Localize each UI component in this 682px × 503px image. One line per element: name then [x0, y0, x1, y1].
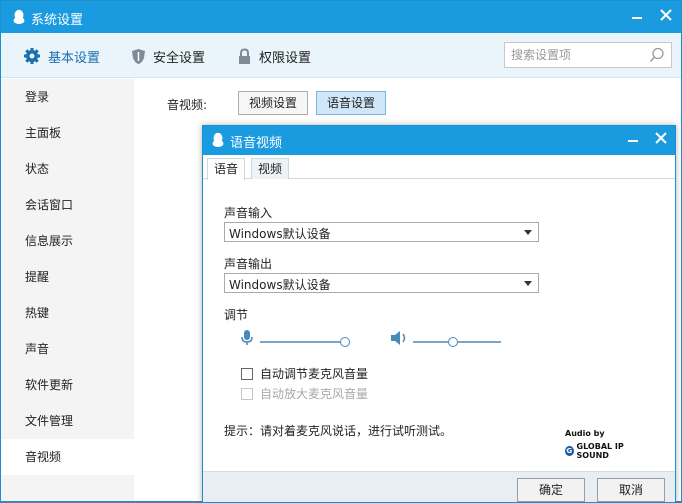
sidebar-item-software-update[interactable]: 软件更新 [1, 367, 134, 403]
sidebar-item-status[interactable]: 状态 [1, 151, 134, 187]
sidebar-item-login[interactable]: 登录 [1, 79, 134, 115]
gips-logo-icon: G [565, 446, 574, 456]
hint-text: 提示：请对着麦克风说话，进行试听测试。 [224, 424, 453, 438]
auto-amplify-mic-label: 自动放大麦克风音量 [260, 387, 369, 401]
audio-input-select[interactable]: Windows默认设备 [224, 222, 539, 242]
shield-icon [132, 48, 145, 64]
minimize-icon [628, 140, 638, 142]
sidebar-item-chat-window[interactable]: 会话窗口 [1, 187, 134, 223]
speaker-icon [391, 331, 406, 345]
auto-amplify-mic-checkbox: 自动放大麦克风音量 [241, 385, 368, 402]
audio-input-value: Windows默认设备 [229, 227, 331, 241]
microphone-volume-handle[interactable] [340, 337, 350, 347]
gear-icon [24, 48, 40, 64]
tab-permission-settings-label: 权限设置 [259, 50, 312, 66]
tab-security-settings[interactable]: 安全设置 [131, 45, 205, 67]
chevron-down-icon [524, 230, 532, 235]
auto-adjust-mic-label: 自动调节麦克风音量 [260, 367, 369, 381]
adjust-label: 调节 [224, 308, 249, 322]
audio-settings-button[interactable]: 语音设置 [316, 91, 387, 115]
sidebar-item-main-panel[interactable]: 主面板 [1, 115, 134, 151]
checkbox-box [241, 387, 253, 400]
sidebar-item-audio-video[interactable]: 音视频 [1, 439, 134, 475]
chevron-down-icon [524, 281, 532, 286]
dialog-body: 声音输入 Windows默认设备 声音输出 Windows默认设备 调节 自动调… [203, 180, 675, 471]
speaker-volume-slider[interactable] [413, 337, 501, 347]
lock-icon [239, 47, 250, 64]
dialog-close-button[interactable] [651, 130, 671, 150]
sidebar-item-file-management[interactable]: 文件管理 [1, 403, 134, 439]
minimize-icon [632, 17, 642, 19]
audio-input-label: 声音输入 [224, 206, 273, 220]
dialog-footer: 确定 取消 [203, 471, 675, 502]
dialog-tabs: 语音 视频 [203, 155, 675, 180]
sidebar-item-info-display[interactable]: 信息展示 [1, 223, 134, 259]
global-ip-sound-logo: Audio by G GLOBAL IP SOUND [565, 429, 647, 460]
search-icon[interactable] [649, 47, 665, 63]
settings-toolbar: 基本设置 安全设置 权限设置 [1, 33, 681, 78]
settings-window: 系统设置 基本设置 安全设置 权限设置 搜索设置项 登录 主面板 状态 会话窗口… [0, 0, 682, 503]
qq-penguin-icon [13, 9, 25, 24]
window-title: 系统设置 [31, 13, 84, 28]
microphone-icon [241, 330, 253, 345]
sidebar-item-hotkeys[interactable]: 热键 [1, 295, 134, 331]
dialog-minimize-button[interactable] [623, 130, 643, 150]
speaker-volume-handle[interactable] [448, 337, 458, 347]
search-box[interactable] [504, 42, 672, 68]
audio-video-label: 音视频: [167, 98, 208, 112]
tab-security-settings-label: 安全设置 [153, 50, 206, 66]
cancel-button[interactable]: 取消 [597, 478, 665, 502]
logo-line-audio-by: Audio by [565, 429, 605, 438]
tab-video[interactable]: 视频 [251, 158, 290, 179]
tab-permission-settings[interactable]: 权限设置 [237, 45, 311, 67]
dialog-titlebar[interactable]: 语音视频 [203, 126, 675, 155]
voice-video-dialog: 语音视频 语音 视频 声音输入 Windows默认设备 声音输出 Windows… [202, 125, 676, 503]
microphone-volume-slider[interactable] [260, 337, 350, 347]
audio-output-select[interactable]: Windows默认设备 [224, 273, 539, 293]
auto-adjust-mic-checkbox[interactable]: 自动调节麦克风音量 [241, 365, 368, 382]
search-input[interactable] [511, 47, 646, 63]
sidebar-item-sound[interactable]: 声音 [1, 331, 134, 367]
audio-output-label: 声音输出 [224, 257, 273, 271]
tab-basic-settings-label: 基本设置 [48, 50, 101, 66]
dialog-title: 语音视频 [230, 136, 283, 151]
video-settings-button[interactable]: 视频设置 [238, 91, 309, 115]
ok-button[interactable]: 确定 [517, 478, 585, 502]
qq-penguin-icon [212, 132, 224, 147]
logo-line-brand: G GLOBAL IP SOUND [565, 442, 647, 460]
settings-sidebar: 登录 主面板 状态 会话窗口 信息展示 提醒 热键 声音 软件更新 文件管理 音… [1, 79, 134, 501]
sidebar-item-reminder[interactable]: 提醒 [1, 259, 134, 295]
logo-brand-text: GLOBAL IP SOUND [576, 442, 624, 460]
checkbox-box[interactable] [241, 367, 253, 380]
audio-output-value: Windows默认设备 [229, 278, 331, 292]
close-icon [660, 9, 672, 21]
close-icon [655, 132, 667, 144]
minimize-button[interactable] [627, 7, 647, 27]
microphone-volume-track [260, 341, 350, 343]
window-titlebar[interactable]: 系统设置 [1, 1, 681, 33]
tab-basic-settings[interactable]: 基本设置 [23, 45, 100, 67]
tab-voice[interactable]: 语音 [207, 158, 246, 180]
close-button[interactable] [656, 7, 676, 27]
